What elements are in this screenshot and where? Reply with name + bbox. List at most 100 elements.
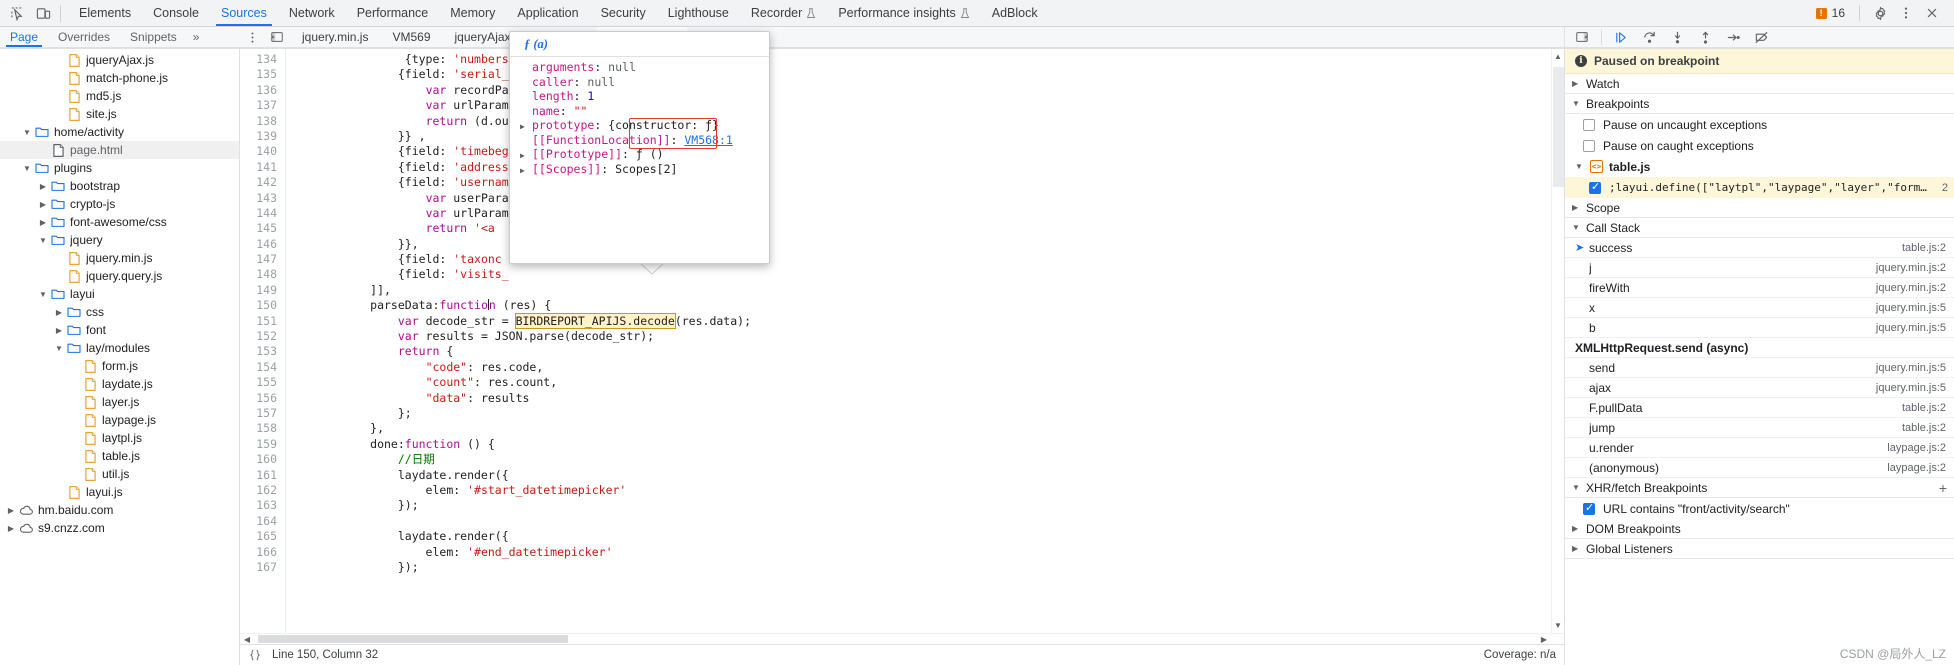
popover-property-row[interactable]: length: 1 <box>520 89 769 104</box>
call-stack-row[interactable]: (anonymous) laypage.js:2 <box>1565 458 1954 478</box>
code-line[interactable]: return (d.out <box>294 114 1564 129</box>
popover-property-row[interactable]: [[FunctionLocation]]: VM568:1 <box>520 133 769 148</box>
tab-elements[interactable]: Elements <box>68 0 142 26</box>
code-line[interactable]: "data": results <box>294 391 1564 406</box>
gear-icon[interactable] <box>1868 1 1892 25</box>
scroll-right-arrow[interactable]: ▶ <box>1537 634 1551 645</box>
popover-property-row[interactable]: ▶ prototype: {constructor: ƒ} <box>520 118 769 133</box>
code-line[interactable]: }); <box>294 498 1564 513</box>
tree-item-jqueryAjax-js[interactable]: jqueryAjax.js <box>0 51 239 69</box>
pause-option-row[interactable]: Pause on uncaught exceptions <box>1565 114 1954 135</box>
xhr-breakpoint-row[interactable]: URL contains "front/activity/search" <box>1565 498 1954 519</box>
tree-item-crypto-js[interactable]: ▶ crypto-js <box>0 195 239 213</box>
code-line[interactable]: elem: '#end_datetimepicker' <box>294 545 1564 560</box>
section-dom-breakpoints[interactable]: ▶ DOM Breakpoints <box>1565 519 1954 539</box>
tree-item-laydate-js[interactable]: laydate.js <box>0 375 239 393</box>
chevron-right-icon[interactable]: ▶ <box>36 218 50 227</box>
tree-item-page-html[interactable]: page.html <box>0 141 239 159</box>
call-stack-row[interactable]: jump table.js:2 <box>1565 418 1954 438</box>
tree-item-laypage-js[interactable]: laypage.js <box>0 411 239 429</box>
close-icon[interactable] <box>1920 1 1944 25</box>
tree-item-util-js[interactable]: util.js <box>0 465 239 483</box>
property-value[interactable]: VM568:1 <box>684 133 732 147</box>
code-line[interactable] <box>294 514 1564 529</box>
call-stack-location[interactable]: table.js:2 <box>1902 422 1946 434</box>
code-line[interactable]: var userParam <box>294 191 1564 206</box>
code-line[interactable]: ]], <box>294 283 1564 298</box>
tree-item-site-js[interactable]: site.js <box>0 105 239 123</box>
breakpoint-row[interactable]: ;layui.define(["laytpl","laypage","layer… <box>1565 177 1954 198</box>
pretty-print-icon[interactable] <box>248 648 262 662</box>
chevron-down-icon[interactable]: ▼ <box>36 290 50 299</box>
step-over-icon[interactable] <box>1636 27 1662 47</box>
code-line[interactable]: //日期 <box>294 452 1564 467</box>
tab-performance-insights[interactable]: Performance insights <box>827 0 980 26</box>
tree-item-table-js[interactable]: table.js <box>0 447 239 465</box>
chevron-right-icon[interactable]: ▶ <box>36 182 50 191</box>
popover-property-row[interactable]: ▶ [[Prototype]]: ƒ () <box>520 147 769 162</box>
call-stack-row[interactable]: ➤ success table.js:2 <box>1565 238 1954 258</box>
code-line[interactable]: }, <box>294 421 1564 436</box>
checkbox[interactable] <box>1583 139 1595 152</box>
tab-sources[interactable]: Sources <box>210 0 278 26</box>
call-stack-location[interactable]: table.js:2 <box>1902 242 1946 254</box>
code-line[interactable]: return '<a <box>294 221 1564 236</box>
chevron-right-icon[interactable]: ▶ <box>36 200 50 209</box>
tab-recorder[interactable]: Recorder <box>740 0 827 26</box>
call-stack-location[interactable]: table.js:2 <box>1902 402 1946 414</box>
chevron-down-icon[interactable]: ▼ <box>36 236 50 245</box>
function-object-popover[interactable]: ƒ (a) arguments: null caller: null length:… <box>509 31 770 264</box>
code-content[interactable]: {type: 'numbers {field: 'serial_id',temp… <box>286 49 1564 633</box>
tree-item-css[interactable]: ▶ css <box>0 303 239 321</box>
code-line[interactable]: var results = JSON.parse(decode_str); <box>294 329 1564 344</box>
tree-item-form-js[interactable]: form.js <box>0 357 239 375</box>
code-line[interactable]: }); <box>294 560 1564 575</box>
editor-vertical-scrollbar[interactable]: ▲ ▼ <box>1551 49 1564 633</box>
checkbox[interactable] <box>1583 502 1595 515</box>
tab-lighthouse[interactable]: Lighthouse <box>657 0 740 26</box>
step-icon[interactable] <box>1720 27 1746 47</box>
tree-item-s9-cnzz-com[interactable]: ▶ s9.cnzz.com <box>0 519 239 537</box>
pause-option-row[interactable]: Pause on caught exceptions <box>1565 135 1954 156</box>
show-debugger-sidebar-icon[interactable] <box>1569 27 1595 47</box>
navigator-tab-overrides[interactable]: Overrides <box>48 27 120 47</box>
call-stack-row[interactable]: fireWith jquery.min.js:2 <box>1565 278 1954 298</box>
tree-item-font[interactable]: ▶ font <box>0 321 239 339</box>
call-stack-location[interactable]: laypage.js:2 <box>1887 442 1946 454</box>
tab-console[interactable]: Console <box>142 0 210 26</box>
code-line[interactable]: laydate.render({ <box>294 468 1564 483</box>
popover-property-row[interactable]: ▶ [[Scopes]]: Scopes[2] <box>520 162 769 177</box>
call-stack-row[interactable]: F.pullData table.js:2 <box>1565 398 1954 418</box>
tree-item-jquery-query-js[interactable]: jquery.query.js <box>0 267 239 285</box>
inspect-cursor-icon[interactable] <box>4 1 30 25</box>
step-out-icon[interactable] <box>1692 27 1718 47</box>
scroll-up-arrow[interactable]: ▲ <box>1554 49 1562 61</box>
call-stack-row[interactable]: j jquery.min.js:2 <box>1565 258 1954 278</box>
code-line[interactable]: done:function () { <box>294 437 1564 452</box>
popover-property-row[interactable]: name: "" <box>520 104 769 119</box>
tree-item-layui-js[interactable]: layui.js <box>0 483 239 501</box>
step-into-icon[interactable] <box>1664 27 1690 47</box>
chevron-down-icon[interactable]: ▼ <box>52 344 66 353</box>
code-line[interactable]: return { <box>294 344 1564 359</box>
chevron-right-icon[interactable]: ▶ <box>52 308 66 317</box>
tree-item-home-activity[interactable]: ▼ home/activity <box>0 123 239 141</box>
tab-adblock[interactable]: AdBlock <box>981 0 1049 26</box>
call-stack-location[interactable]: jquery.min.js:5 <box>1876 382 1946 394</box>
tree-item-md5-js[interactable]: md5.js <box>0 87 239 105</box>
code-line[interactable]: }; <box>294 406 1564 421</box>
tree-item-plugins[interactable]: ▼ plugins <box>0 159 239 177</box>
code-line[interactable]: var decode_str = BIRDREPORT_APIJS.decode… <box>294 312 1564 329</box>
show-navigator-icon[interactable] <box>264 30 290 44</box>
breakpoint-file-group[interactable]: ▼ <> table.js <box>1565 156 1954 177</box>
popover-property-row[interactable]: caller: null <box>520 75 769 90</box>
code-line[interactable]: parseData:function (res) { <box>294 298 1564 313</box>
code-line[interactable]: var recordParam <box>294 83 1564 98</box>
checkbox[interactable] <box>1589 181 1601 194</box>
code-line[interactable]: {field: 'usernam <box>294 175 1564 190</box>
editor-horizontal-scrollbar[interactable]: ◀ ▶ <box>240 633 1564 644</box>
section-watch[interactable]: ▶ Watch <box>1565 74 1954 94</box>
scroll-left-arrow[interactable]: ◀ <box>240 634 254 645</box>
tab-application[interactable]: Application <box>506 0 589 26</box>
call-stack-row[interactable]: send jquery.min.js:5 <box>1565 358 1954 378</box>
